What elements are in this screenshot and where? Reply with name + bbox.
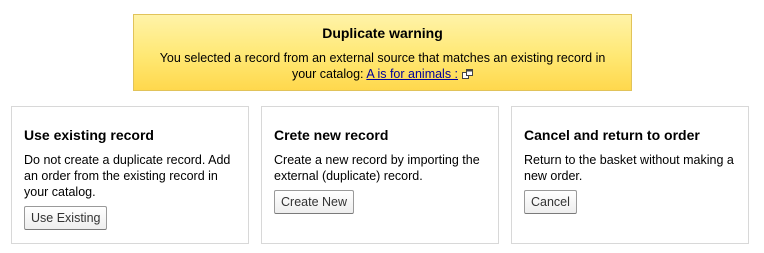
warning-title: Duplicate warning — [322, 25, 443, 41]
warning-message: You selected a record from an external s… — [154, 50, 611, 82]
external-link-icon[interactable] — [462, 69, 474, 79]
duplicate-warning-box: Duplicate warning You selected a record … — [133, 14, 632, 91]
cancel-button[interactable]: Cancel — [524, 190, 577, 214]
use-existing-button[interactable]: Use Existing — [24, 206, 108, 230]
create-new-title: Crete new record — [274, 127, 389, 143]
use-existing-record-card: Use existing record Do not create a dupl… — [11, 106, 249, 244]
cancel-and-return-card: Cancel and return to order Return to the… — [511, 106, 749, 244]
create-new-description: Create a new record by importing the ext… — [274, 153, 480, 183]
create-new-button[interactable]: Create New — [274, 190, 354, 214]
cancel-title: Cancel and return to order — [524, 127, 700, 143]
duplicate-warning-page: Duplicate warning You selected a record … — [0, 0, 764, 253]
create-new-record-card: Crete new record Create a new record by … — [261, 106, 499, 244]
cancel-description: Return to the basket without making a ne… — [524, 153, 734, 183]
use-existing-title: Use existing record — [24, 127, 154, 143]
existing-record-link[interactable]: A is for animals : — [366, 67, 458, 81]
use-existing-description: Do not create a duplicate record. Add an… — [24, 153, 231, 199]
